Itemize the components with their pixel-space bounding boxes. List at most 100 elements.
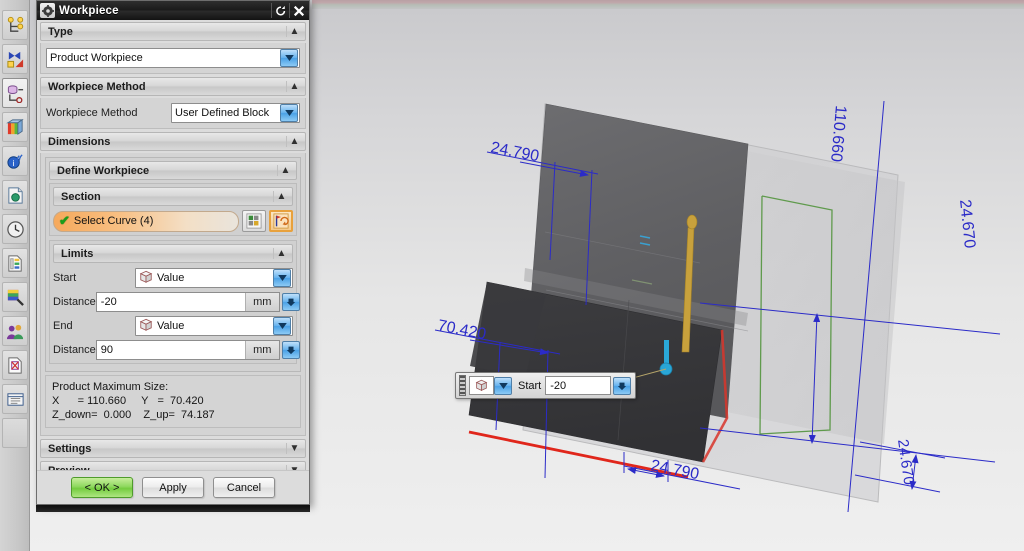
chevron-up-icon-type[interactable]: ▲	[286, 26, 302, 37]
group-label-section: Section	[61, 190, 101, 203]
product-maximum-size-info: Product Maximum Size: X = 110.660 Y = 70…	[45, 375, 301, 428]
blank-icon[interactable]	[2, 418, 28, 448]
chevron-up-icon-dimensions[interactable]: ▲	[286, 136, 302, 147]
chevron-up-icon-method[interactable]: ▲	[286, 81, 302, 92]
view-palette-icon[interactable]	[2, 350, 28, 380]
dim-text-24-670-upper: 24.670	[956, 199, 978, 250]
chevron-down-icon-settings[interactable]: ▼	[286, 443, 302, 454]
end-distance-label: Distance	[53, 343, 96, 356]
application-window: 24.790 110.660 24.670 70.420 24.790 24.6…	[0, 0, 1024, 551]
chevron-up-icon-limits[interactable]: ▲	[273, 248, 289, 259]
group-label-dimensions: Dimensions	[48, 135, 111, 148]
group-header-type[interactable]: Type ▲	[40, 22, 306, 41]
start-distance-row: Distance mm	[53, 291, 300, 312]
dialog-footer: < OK > Apply Cancel	[37, 470, 309, 504]
group-header-limits[interactable]: Limits ▲	[53, 244, 293, 263]
inline-start-label: Start	[518, 379, 542, 392]
start-distance-input[interactable]	[96, 292, 245, 311]
cancel-button[interactable]: Cancel	[213, 477, 275, 498]
start-distance-label: Distance	[53, 295, 96, 308]
curve-select-icon[interactable]	[269, 210, 293, 232]
geometry-view-icon[interactable]	[2, 78, 28, 108]
inline-start-toolbar[interactable]: Start	[455, 372, 637, 399]
group-label-type: Type	[48, 25, 73, 38]
information-icon[interactable]: i	[2, 146, 28, 176]
inline-type-dropdown-button[interactable]	[494, 376, 512, 395]
group-label-workpiece-method: Workpiece Method	[48, 80, 146, 93]
end-type-combobox[interactable]: Value	[135, 315, 293, 336]
dialog-titlebar[interactable]: Workpiece	[37, 1, 309, 20]
end-label: End	[53, 319, 73, 332]
gear-icon	[40, 3, 55, 18]
cube-icon	[469, 376, 494, 395]
chevron-down-icon-type[interactable]	[280, 48, 298, 67]
end-distance-field[interactable]: mm	[95, 339, 280, 360]
start-label: Start	[53, 271, 77, 284]
start-distance-stepper-button[interactable]	[281, 292, 300, 311]
group-header-settings[interactable]: Settings ▼	[40, 439, 306, 458]
chevron-up-icon-define[interactable]: ▲	[277, 165, 293, 176]
reuse-library-icon[interactable]	[2, 248, 28, 278]
machining-method-view-icon[interactable]	[2, 112, 28, 142]
group-label-settings: Settings	[48, 442, 92, 455]
dialog-title: Workpiece	[59, 4, 119, 17]
select-curve-label: Select Curve (4)	[73, 215, 154, 227]
group-label-limits: Limits	[61, 247, 94, 260]
web-browser-icon[interactable]	[2, 384, 28, 414]
inline-start-field[interactable]	[545, 376, 612, 395]
group-header-dimensions[interactable]: Dimensions ▲	[40, 132, 306, 151]
apply-button[interactable]: Apply	[142, 477, 204, 498]
left-resource-bar[interactable]: i	[0, 0, 30, 551]
end-distance-row: Distance mm	[53, 339, 300, 360]
reset-icon[interactable]	[272, 2, 289, 19]
section-panel: Section ▲ ✔ Select Curve (4)	[49, 183, 297, 236]
group-header-workpiece-method[interactable]: Workpiece Method ▲	[40, 77, 306, 96]
inline-start-input[interactable]	[546, 377, 611, 394]
limits-panel: Limits ▲ Start Value Distance -20 mm End…	[49, 240, 300, 364]
machine-tool-navigator-icon[interactable]	[2, 44, 28, 74]
end-distance-stepper-button[interactable]	[281, 340, 300, 359]
type-combobox-value: Product Workpiece	[50, 51, 143, 64]
chevron-up-icon-section[interactable]: ▲	[273, 191, 289, 202]
drag-grip-icon[interactable]	[459, 375, 466, 396]
start-distance-field[interactable]: mm	[95, 291, 280, 312]
select-curve-row: ✔ Select Curve (4)	[53, 210, 293, 232]
svg-text:i: i	[12, 157, 14, 167]
close-icon[interactable]	[290, 2, 307, 19]
dim-text-24-790-top: 24.790	[489, 139, 540, 165]
select-curve-field[interactable]: ✔ Select Curve (4)	[53, 210, 239, 232]
group-header-define-workpiece[interactable]: Define Workpiece ▲	[49, 161, 297, 180]
start-type-combobox[interactable]: Value	[135, 267, 293, 288]
cube-icon-start	[139, 270, 154, 285]
start-type-value: Value	[157, 271, 185, 284]
chevron-down-icon-method[interactable]	[280, 103, 298, 122]
system-materials-icon[interactable]	[2, 282, 28, 312]
ok-button[interactable]: < OK >	[71, 477, 133, 498]
define-workpiece-panel: Define Workpiece ▲ Section ▲ ✔ Select Cu	[45, 157, 301, 372]
end-distance-unit: mm	[244, 340, 279, 359]
roles-icon[interactable]	[2, 316, 28, 346]
history-icon[interactable]	[2, 214, 28, 244]
type-combobox[interactable]: Product Workpiece	[46, 47, 300, 68]
part-navigator-icon[interactable]	[2, 180, 28, 210]
start-distance-unit: mm	[244, 292, 279, 311]
end-distance-input[interactable]	[96, 340, 245, 359]
workpiece-method-value: User Defined Block	[175, 106, 270, 119]
group-header-section[interactable]: Section ▲	[53, 187, 293, 206]
dialog-shadow	[36, 505, 310, 512]
group-body-type: Product Workpiece	[40, 43, 306, 74]
dim-text-110-660: 110.660	[827, 105, 849, 163]
workpiece-dialog: Workpiece Type ▲ Product Workpiece Workp…	[36, 0, 310, 505]
dim-text-24-670-lower: 24.670	[894, 438, 917, 486]
workpiece-method-label: Workpiece Method	[46, 106, 138, 119]
group-header-preview[interactable]: Preview ▼	[40, 461, 306, 470]
start-row: Start Value	[53, 267, 293, 288]
workpiece-method-combobox[interactable]: User Defined Block	[171, 102, 300, 123]
cube-icon-end	[139, 318, 154, 333]
chevron-down-icon-end[interactable]	[273, 316, 291, 335]
inline-start-stepper-button[interactable]	[613, 376, 632, 395]
operation-navigator-icon[interactable]	[2, 10, 28, 40]
curve-rule-icon[interactable]	[242, 210, 266, 232]
chevron-down-icon-start[interactable]	[273, 268, 291, 287]
end-type-value: Value	[157, 319, 185, 332]
